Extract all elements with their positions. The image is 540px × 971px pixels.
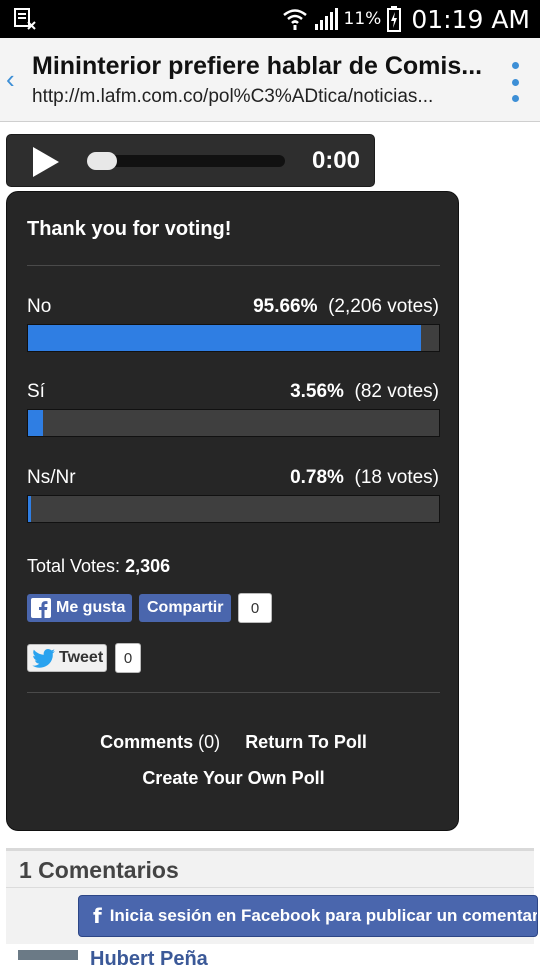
comments-section: 1 Comentarios f Inicia sesión en Faceboo… [6, 848, 538, 944]
audio-player: 0:00 [6, 134, 375, 187]
battery-percent: 11% [343, 9, 382, 29]
option-label-no: No [27, 296, 52, 317]
option-percent: 95.66% [253, 296, 318, 317]
divider [6, 887, 534, 888]
create-your-own-poll-link[interactable]: Create Your Own Poll [7, 768, 460, 789]
poll-results-panel: Thank you for voting! No 95.66% (2,206 v… [6, 191, 459, 831]
option-percent: 0.78% [290, 467, 344, 488]
option-fill [28, 325, 422, 351]
tweet-label: Tweet [59, 649, 104, 666]
clock: 01:19 AM [411, 4, 530, 34]
comments-count: (0) [198, 732, 221, 752]
option-votes: (18 votes) [354, 467, 439, 488]
play-icon[interactable] [29, 145, 63, 179]
total-votes-label: Total Votes: [27, 556, 121, 576]
option-bar-si [27, 409, 440, 437]
facebook-f-icon: f [93, 904, 102, 928]
poll-heading: Thank you for voting! [27, 218, 232, 240]
poll-links: Comments (0) Return To Poll [7, 732, 460, 753]
browser-header: ‹ Mininterior prefiere hablar de Comis..… [0, 38, 540, 122]
option-bar-no [27, 324, 440, 352]
facebook-like-button[interactable]: Me gusta [27, 594, 133, 622]
divider [27, 692, 440, 693]
page-url[interactable]: http://m.lafm.com.co/pol%C3%ADtica/notic… [32, 86, 492, 108]
option-votes: (82 votes) [354, 381, 439, 402]
option-fill [28, 496, 32, 522]
option-votes: (2,206 votes) [328, 296, 439, 317]
option-label-nsnr: Ns/Nr [27, 467, 76, 488]
facebook-login-label: Inicia sesión en Facebook para publicar … [109, 906, 538, 925]
like-label: Me gusta [56, 599, 126, 616]
battery-charging-icon [387, 6, 402, 32]
comments-title: 1 Comentarios [19, 857, 179, 883]
seek-thumb[interactable] [87, 152, 117, 170]
wifi-icon [282, 9, 307, 30]
sim-notification-icon [14, 8, 36, 30]
option-label-si: Sí [27, 381, 45, 402]
tweet-count: 0 [115, 643, 141, 673]
tweet-button[interactable]: Tweet [27, 644, 107, 672]
total-votes: Total Votes: 2,306 [27, 556, 170, 577]
twitter-bird-icon [32, 649, 55, 668]
option-stat-no: 95.66% (2,206 votes) [253, 296, 439, 318]
signal-icon [314, 8, 338, 30]
comments-link[interactable]: Comments (0) [100, 732, 220, 752]
overflow-menu-icon[interactable] [510, 62, 520, 102]
option-bar-nsnr [27, 495, 440, 523]
option-fill [28, 410, 43, 436]
status-bar: 11% 01:19 AM [0, 0, 540, 38]
page-title: Mininterior prefiere hablar de Comis... [32, 52, 483, 80]
option-stat-nsnr: 0.78% (18 votes) [290, 467, 439, 489]
commenter-avatar [18, 950, 78, 960]
return-to-poll-link[interactable]: Return To Poll [245, 732, 367, 752]
total-votes-value: 2,306 [125, 556, 171, 576]
option-percent: 3.56% [290, 381, 344, 402]
facebook-login-button[interactable]: f Inicia sesión en Facebook para publica… [78, 895, 538, 937]
divider [27, 265, 440, 266]
facebook-icon [31, 598, 51, 618]
option-stat-si: 3.56% (82 votes) [290, 381, 439, 403]
audio-time: 0:00 [311, 147, 360, 174]
facebook-share-button[interactable]: Compartir [139, 594, 232, 622]
share-label: Compartir [147, 599, 224, 616]
comments-link-label: Comments [100, 732, 194, 752]
share-count: 0 [238, 593, 272, 623]
back-chevron-icon[interactable]: ‹ [6, 66, 20, 92]
